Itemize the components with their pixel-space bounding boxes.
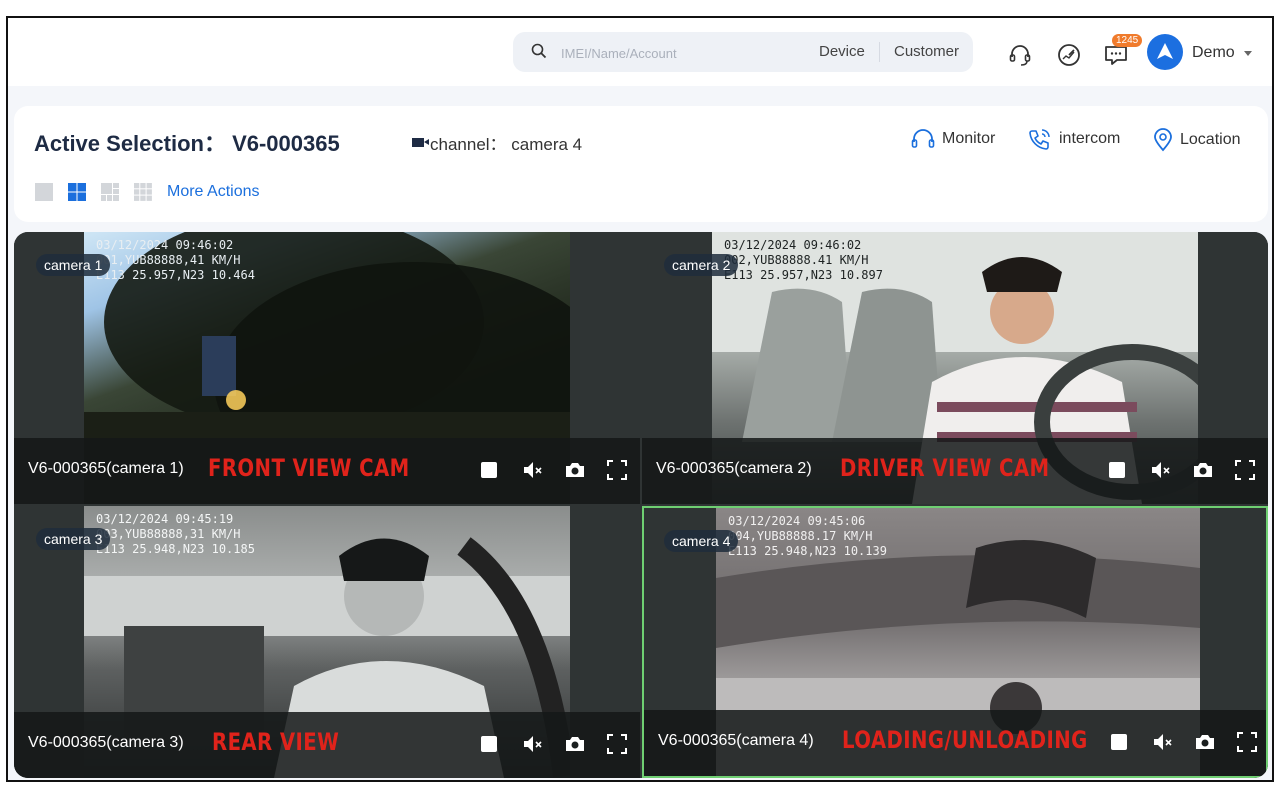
- search-filter-device[interactable]: Device: [819, 43, 865, 60]
- mute-icon[interactable]: [1150, 459, 1172, 481]
- snapshot-icon[interactable]: [564, 733, 586, 755]
- top-bar: Device Customer 1245 Demo: [8, 18, 1272, 86]
- location-button[interactable]: Location: [1152, 128, 1241, 152]
- page-title: Active Selection： V6-000365: [34, 131, 340, 156]
- intercom-button[interactable]: intercom: [1027, 128, 1120, 150]
- user-name[interactable]: Demo: [1192, 44, 1235, 62]
- fullscreen-icon[interactable]: [1236, 731, 1258, 753]
- location-label: Location: [1180, 131, 1241, 148]
- dashboard-gauge-icon[interactable]: [1056, 42, 1082, 68]
- search-box[interactable]: Device Customer: [513, 32, 973, 72]
- layout-1-icon[interactable]: [34, 182, 54, 202]
- brand-logo-icon: [1157, 43, 1173, 59]
- more-actions-link[interactable]: More Actions: [167, 183, 259, 201]
- channel-indicator: channel： camera 4: [412, 130, 582, 155]
- camera-view-tag: FRONT VIEW CAM: [208, 454, 410, 482]
- camera-chip: camera 3: [36, 528, 111, 550]
- divider: [879, 42, 880, 62]
- camera-chip: camera 2: [664, 254, 739, 276]
- fullscreen-icon[interactable]: [1234, 459, 1256, 481]
- app-window: Device Customer 1245 Demo Active Selecti…: [6, 16, 1274, 782]
- stop-icon[interactable]: [1106, 459, 1128, 481]
- camera-tile-1[interactable]: 03/12/2024 09:46:02 001,YUB88888,41 KM/H…: [14, 232, 640, 504]
- search-input[interactable]: [559, 42, 803, 64]
- mute-icon[interactable]: [1152, 731, 1174, 753]
- camera-chip: camera 4: [664, 530, 739, 552]
- layout-9-icon[interactable]: [100, 182, 120, 202]
- stop-icon[interactable]: [1108, 731, 1130, 753]
- camera-tile-4[interactable]: 03/12/2024 09:45:06 004,YUB88888.17 KM/H…: [642, 506, 1268, 778]
- camera-name: V6-000365(camera 2): [656, 460, 812, 477]
- search-icon: [531, 43, 547, 59]
- mute-icon[interactable]: [522, 459, 544, 481]
- fullscreen-icon[interactable]: [606, 733, 628, 755]
- notification-badge: 1245: [1112, 34, 1143, 47]
- mute-icon[interactable]: [522, 733, 544, 755]
- location-pin-icon: [1154, 128, 1172, 152]
- video-overlay-text: 03/12/2024 09:46:02 001,YUB88888,41 KM/H…: [96, 238, 255, 282]
- avatar[interactable]: [1147, 34, 1183, 70]
- intercom-label: intercom: [1059, 130, 1121, 147]
- layout-16-icon[interactable]: [133, 182, 153, 202]
- camera-control-bar: V6-000365(camera 1) FRONT VIEW CAM: [14, 438, 640, 504]
- snapshot-icon[interactable]: [564, 459, 586, 481]
- channel-label: channel： camera 4: [430, 135, 583, 154]
- camera-chip: camera 1: [36, 254, 111, 276]
- camera-view-tag: DRIVER VIEW CAM: [840, 454, 1050, 482]
- stop-icon[interactable]: [478, 733, 500, 755]
- video-overlay-text: 03/12/2024 09:45:19 003,YUB88888,31 KM/H…: [96, 512, 255, 556]
- layout-4-icon[interactable]: [67, 182, 87, 202]
- camera-name: V6-000365(camera 1): [28, 460, 184, 477]
- camera-tile-3[interactable]: 03/12/2024 09:45:19 003,YUB88888,31 KM/H…: [14, 506, 640, 778]
- video-camera-icon: [412, 138, 429, 147]
- layout-switcher: [34, 182, 153, 202]
- video-overlay-text: 03/12/2024 09:45:06 004,YUB88888.17 KM/H…: [728, 514, 887, 558]
- fullscreen-icon[interactable]: [606, 459, 628, 481]
- camera-control-bar: V6-000365(camera 3) REAR VIEW: [14, 712, 640, 778]
- camera-control-bar: V6-000365(camera 2) DRIVER VIEW CAM: [642, 438, 1268, 504]
- selection-panel: Active Selection： V6-000365 channel： cam…: [14, 106, 1268, 222]
- search-filter-customer[interactable]: Customer: [894, 43, 959, 60]
- support-headset-icon[interactable]: [1007, 42, 1033, 68]
- headset-icon: [911, 129, 935, 148]
- camera-view-tag: REAR VIEW: [212, 728, 340, 756]
- video-grid: 03/12/2024 09:46:02 001,YUB88888,41 KM/H…: [14, 232, 1268, 778]
- stop-icon[interactable]: [478, 459, 500, 481]
- camera-view-tag: LOADING/UNLOADING: [842, 726, 1088, 754]
- camera-name: V6-000365(camera 4): [658, 732, 814, 749]
- monitor-button[interactable]: Monitor: [910, 128, 995, 150]
- monitor-label: Monitor: [942, 130, 996, 147]
- snapshot-icon[interactable]: [1192, 459, 1214, 481]
- phone-call-icon: [1029, 129, 1050, 150]
- camera-tile-2[interactable]: 03/12/2024 09:46:02 002,YUB88888.41 KM/H…: [642, 232, 1268, 504]
- camera-control-bar: V6-000365(camera 4) LOADING/UNLOADING: [644, 710, 1266, 776]
- camera-name: V6-000365(camera 3): [28, 734, 184, 751]
- chevron-down-icon[interactable]: [1244, 51, 1252, 56]
- snapshot-icon[interactable]: [1194, 731, 1216, 753]
- video-overlay-text: 03/12/2024 09:46:02 002,YUB88888.41 KM/H…: [724, 238, 883, 282]
